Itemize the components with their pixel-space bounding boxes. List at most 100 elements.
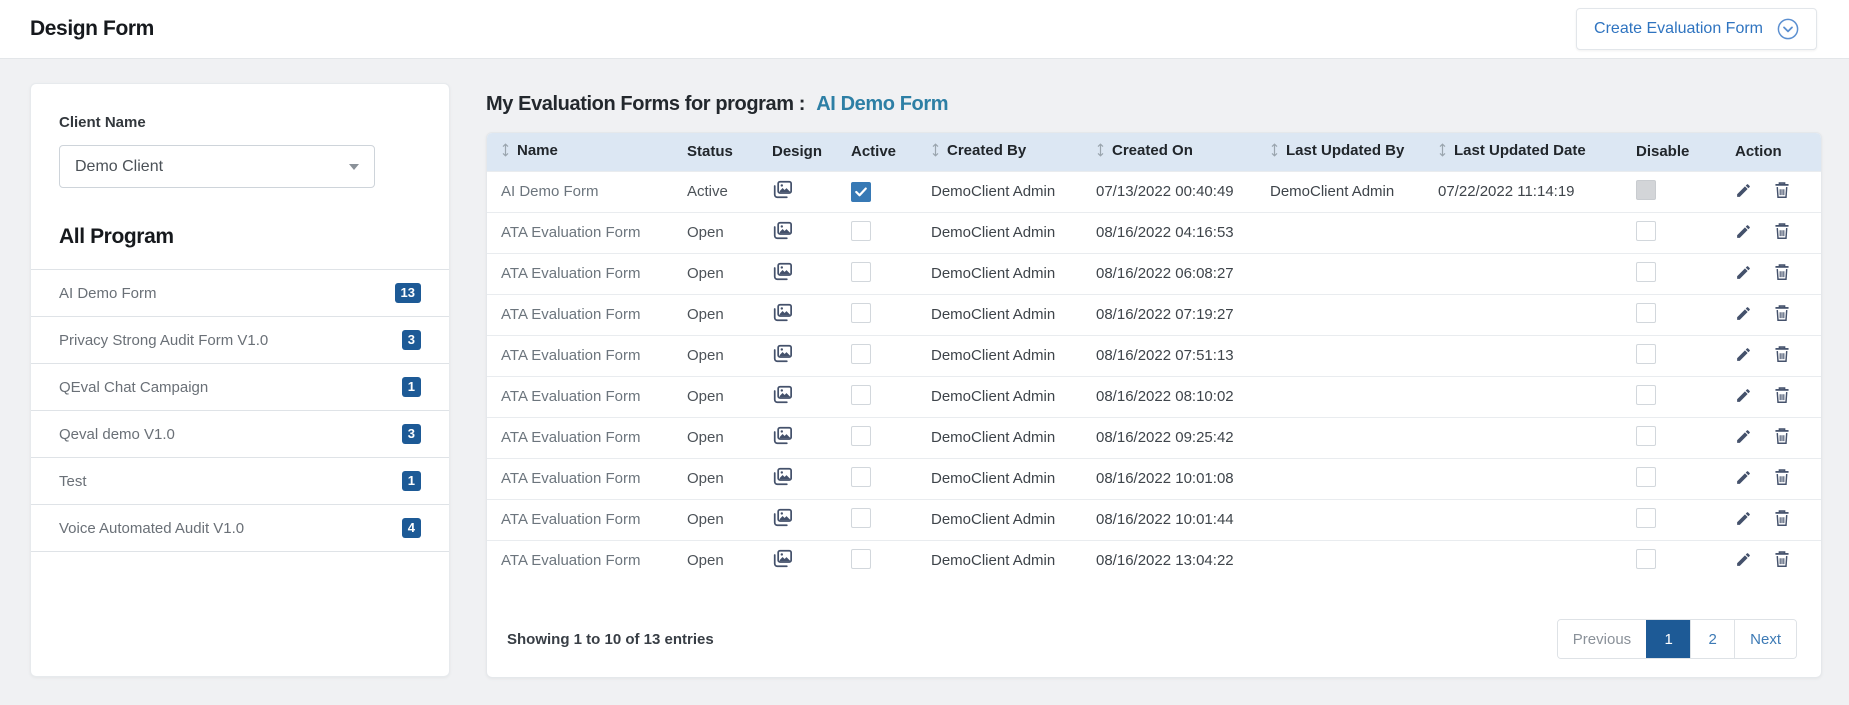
sidebar-program-item[interactable]: Privacy Strong Audit Form V1.0 3	[31, 316, 449, 363]
form-name-cell: ATA Evaluation Form	[487, 253, 673, 294]
sort-icon	[1438, 143, 1447, 161]
pagination-next[interactable]: Next	[1734, 620, 1796, 658]
page-title: Design Form	[30, 17, 154, 41]
created-by-cell: DemoClient Admin	[917, 458, 1082, 499]
edit-pencil-icon[interactable]	[1735, 551, 1752, 568]
forms-heading: My Evaluation Forms for program : AI Dem…	[486, 93, 1822, 116]
active-checkbox[interactable]	[851, 508, 871, 528]
main-panel: My Evaluation Forms for program : AI Dem…	[486, 83, 1822, 678]
program-label: AI Demo Form	[59, 285, 157, 302]
edit-pencil-icon[interactable]	[1735, 510, 1752, 527]
action-cell	[1721, 499, 1821, 540]
disable-checkbox[interactable]	[1636, 549, 1656, 569]
delete-trash-icon[interactable]	[1774, 427, 1790, 445]
column-header-last-updated-by[interactable]: Last Updated By	[1256, 133, 1424, 171]
created-on-cell: 08/16/2022 08:10:02	[1082, 376, 1256, 417]
column-header-last-updated-date[interactable]: Last Updated Date	[1424, 133, 1622, 171]
active-cell	[837, 376, 917, 417]
sidebar-program-item[interactable]: AI Demo Form 13	[31, 269, 449, 316]
design-form-icon[interactable]	[772, 303, 793, 322]
delete-trash-icon[interactable]	[1774, 550, 1790, 568]
column-header-created-by[interactable]: Created By	[917, 133, 1082, 171]
edit-pencil-icon[interactable]	[1735, 469, 1752, 486]
disable-cell	[1622, 540, 1721, 581]
client-name-select[interactable]: Demo Client	[59, 145, 375, 188]
sidebar-program-item[interactable]: Voice Automated Audit V1.0 4	[31, 504, 449, 551]
design-form-icon[interactable]	[772, 508, 793, 527]
edit-pencil-icon[interactable]	[1735, 264, 1752, 281]
disable-checkbox[interactable]	[1636, 221, 1656, 241]
delete-trash-icon[interactable]	[1774, 222, 1790, 240]
disable-checkbox[interactable]	[1636, 344, 1656, 364]
sidebar-program-item[interactable]: Test 1	[31, 457, 449, 504]
active-checkbox[interactable]	[851, 344, 871, 364]
disable-checkbox[interactable]	[1636, 426, 1656, 446]
action-cell	[1721, 171, 1821, 212]
design-form-icon[interactable]	[772, 549, 793, 568]
active-cell	[837, 212, 917, 253]
created-on-cell: 08/16/2022 10:01:08	[1082, 458, 1256, 499]
active-checkbox[interactable]	[851, 426, 871, 446]
sidebar-program-item[interactable]: QEval Chat Campaign 1	[31, 363, 449, 410]
design-form-icon[interactable]	[772, 180, 793, 199]
active-cell	[837, 458, 917, 499]
pagination-page-2[interactable]: 2	[1690, 620, 1734, 658]
delete-trash-icon[interactable]	[1774, 468, 1790, 486]
delete-trash-icon[interactable]	[1774, 509, 1790, 527]
table-row: ATA Evaluation Form Open	[487, 212, 1821, 253]
action-cell	[1721, 417, 1821, 458]
design-form-icon[interactable]	[772, 467, 793, 486]
active-checkbox[interactable]	[851, 549, 871, 569]
edit-pencil-icon[interactable]	[1735, 223, 1752, 240]
table-footer: Showing 1 to 10 of 13 entries Previous 1…	[487, 581, 1821, 659]
design-cell	[758, 458, 837, 499]
program-label: Voice Automated Audit V1.0	[59, 520, 244, 537]
sidebar-program-item[interactable]: Qeval demo V1.0 3	[31, 410, 449, 457]
disable-checkbox[interactable]	[1636, 262, 1656, 282]
disable-checkbox[interactable]	[1636, 467, 1656, 487]
create-evaluation-form-button[interactable]: Create Evaluation Form	[1576, 8, 1817, 50]
delete-trash-icon[interactable]	[1774, 181, 1790, 199]
active-checkbox[interactable]	[851, 262, 871, 282]
design-form-icon[interactable]	[772, 344, 793, 363]
edit-pencil-icon[interactable]	[1735, 346, 1752, 363]
active-checkbox[interactable]	[851, 221, 871, 241]
form-status-cell: Open	[673, 376, 758, 417]
active-cell	[837, 171, 917, 212]
last-updated-date-cell	[1424, 458, 1622, 499]
active-checkbox[interactable]	[851, 385, 871, 405]
delete-trash-icon[interactable]	[1774, 345, 1790, 363]
table-row: ATA Evaluation Form Open	[487, 335, 1821, 376]
design-form-icon[interactable]	[772, 426, 793, 445]
design-form-icon[interactable]	[772, 385, 793, 404]
edit-pencil-icon[interactable]	[1735, 387, 1752, 404]
edit-pencil-icon[interactable]	[1735, 305, 1752, 322]
design-form-icon[interactable]	[772, 262, 793, 281]
created-by-cell: DemoClient Admin	[917, 376, 1082, 417]
delete-trash-icon[interactable]	[1774, 386, 1790, 404]
disable-checkbox[interactable]	[1636, 508, 1656, 528]
edit-pencil-icon[interactable]	[1735, 182, 1752, 199]
active-checkbox[interactable]	[851, 467, 871, 487]
edit-pencil-icon[interactable]	[1735, 428, 1752, 445]
pagination-previous[interactable]: Previous	[1558, 620, 1646, 658]
design-form-icon[interactable]	[772, 221, 793, 240]
content-area: Client Name Demo Client All Program AI D…	[0, 59, 1849, 678]
disable-checkbox[interactable]	[1636, 303, 1656, 323]
column-header-created-on[interactable]: Created On	[1082, 133, 1256, 171]
form-status-cell: Active	[673, 171, 758, 212]
active-checkbox[interactable]	[851, 303, 871, 323]
active-checkbox[interactable]	[851, 182, 871, 202]
column-header-name[interactable]: Name	[487, 133, 673, 171]
delete-trash-icon[interactable]	[1774, 304, 1790, 322]
forms-heading-program-link[interactable]: AI Demo Form	[816, 93, 948, 115]
form-status-cell: Open	[673, 294, 758, 335]
client-name-selected-value: Demo Client	[75, 158, 163, 176]
disable-checkbox[interactable]	[1636, 180, 1656, 200]
pagination-page-1[interactable]: 1	[1646, 620, 1690, 658]
last-updated-date-cell	[1424, 294, 1622, 335]
program-count-badge: 3	[402, 330, 421, 350]
active-cell	[837, 417, 917, 458]
delete-trash-icon[interactable]	[1774, 263, 1790, 281]
disable-checkbox[interactable]	[1636, 385, 1656, 405]
